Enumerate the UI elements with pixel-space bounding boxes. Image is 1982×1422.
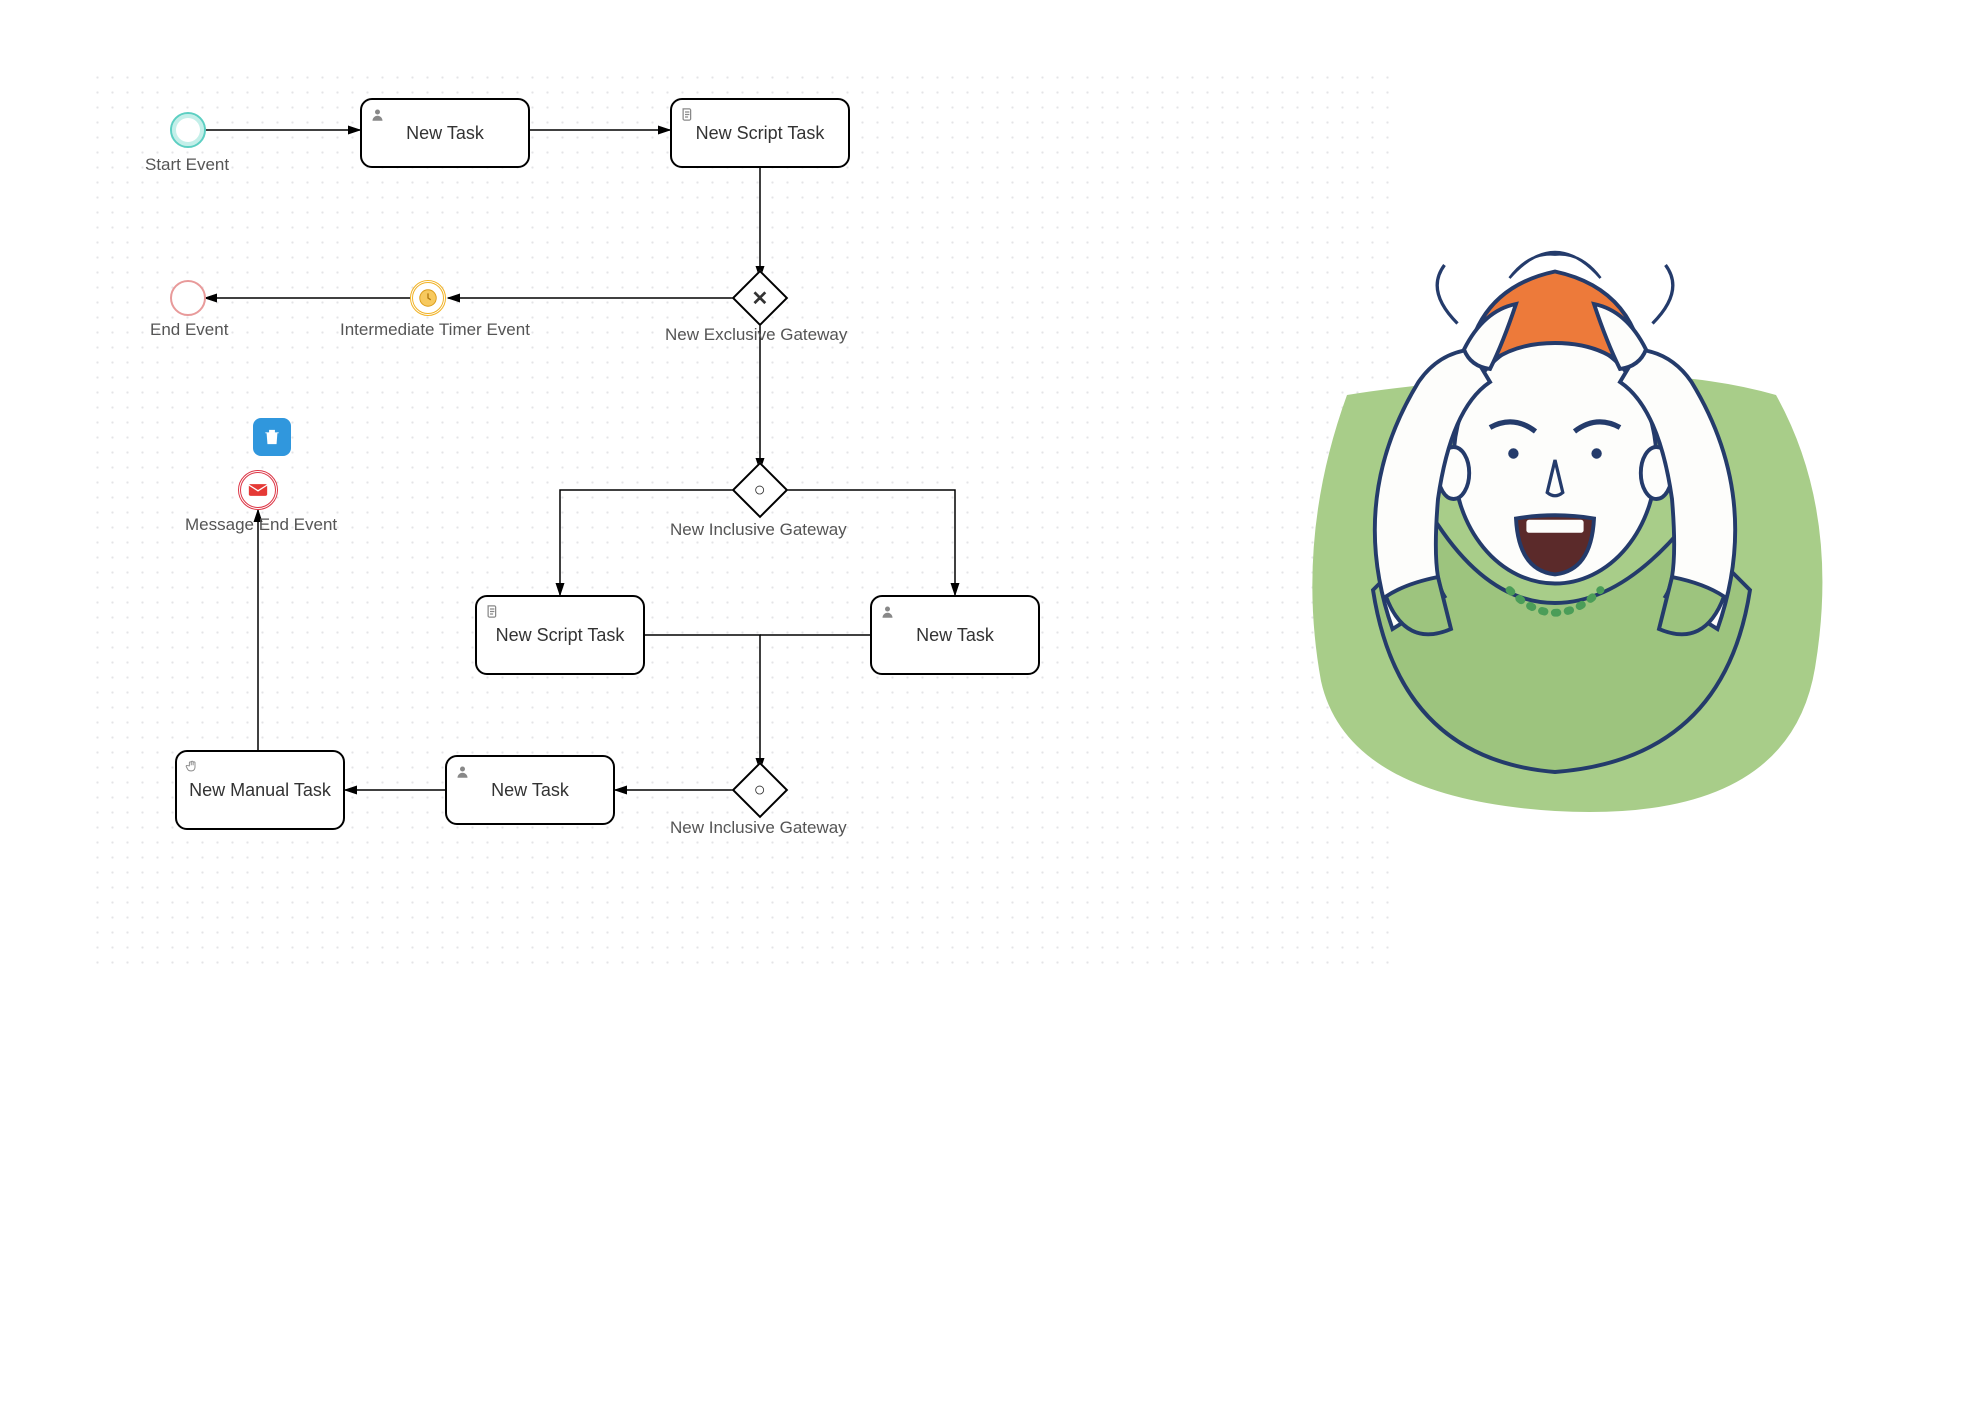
task-new-script-task-1[interactable]: New Script Task [670,98,850,168]
task-new-task-2[interactable]: New Task [870,595,1040,675]
task-new-script-task-2[interactable]: New Script Task [475,595,645,675]
intermediate-timer-event[interactable] [410,280,446,316]
exclusive-icon: ✕ [752,285,769,310]
inclusive-icon: ○ [754,479,766,502]
user-icon [370,106,385,127]
message-end-event-label: Message End Event [185,515,337,535]
gateway-inclusive-1[interactable]: ○ [740,470,780,510]
bpmn-canvas[interactable]: Start Event New Task New Script Task ✕ N… [50,20,1430,1020]
frustrated-person-illustration [1230,200,1880,850]
script-icon [680,106,695,127]
end-event-label: End Event [150,320,228,340]
gateway-exclusive[interactable]: ✕ [740,278,780,318]
timer-event-label: Intermediate Timer Event [340,320,530,340]
task-new-task-1[interactable]: New Task [360,98,530,168]
envelope-icon [248,483,268,497]
inclusive-icon: ○ [754,779,766,802]
gateway-exclusive-label: New Exclusive Gateway [665,325,847,345]
user-icon [880,603,895,624]
start-event-label: Start Event [145,155,229,175]
clock-icon [417,287,439,309]
task-label: New Task [491,780,569,801]
gateway-inclusive-2[interactable]: ○ [740,770,780,810]
task-label: New Script Task [496,625,625,646]
task-label: New Script Task [696,123,825,144]
task-new-manual-task[interactable]: New Manual Task [175,750,345,830]
task-label: New Task [406,123,484,144]
user-icon [455,763,470,784]
gateway-inclusive-2-label: New Inclusive Gateway [670,818,847,838]
task-label: New Task [916,625,994,646]
task-new-task-3[interactable]: New Task [445,755,615,825]
hand-icon [185,758,200,779]
gateway-inclusive-1-label: New Inclusive Gateway [670,520,847,540]
delete-button[interactable] [253,418,291,456]
task-label: New Manual Task [189,780,331,801]
script-icon [485,603,500,624]
message-end-event[interactable] [238,470,278,510]
start-event[interactable] [170,112,206,148]
end-event[interactable] [170,280,206,316]
trash-icon [262,427,282,447]
